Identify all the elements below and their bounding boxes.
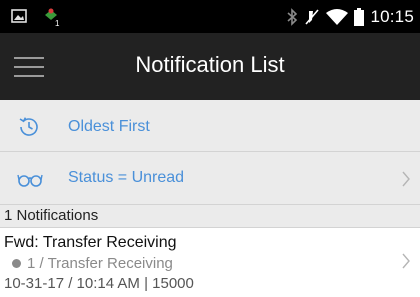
image-icon (11, 9, 27, 23)
app-badge: 1 (55, 19, 60, 27)
status-filter-label: Status = Unread (68, 169, 185, 186)
bluetooth-icon (287, 7, 298, 26)
notification-title: Fwd: Transfer Receiving (4, 234, 177, 251)
notification-count: 1 Notifications (4, 207, 99, 224)
mute-icon (305, 8, 320, 25)
notification-count-header: 1 Notifications (0, 205, 420, 228)
history-clock-icon (19, 117, 38, 136)
sort-order-label: Oldest First (68, 118, 150, 135)
status-time: 10:15 (370, 6, 414, 26)
status-icons: 10:15 (286, 0, 414, 33)
unread-dot-icon (12, 259, 21, 268)
app-bar: Notification List (0, 33, 420, 100)
notification-meta: 10-31-17 / 10:14 AM | 15000 (4, 275, 194, 292)
chevron-right-icon (402, 253, 410, 269)
app-notification-icon: 1 (45, 8, 60, 27)
wifi-icon (326, 8, 349, 25)
notification-subtitle: 1 / Transfer Receiving (12, 255, 173, 272)
notification-subtitle-text: 1 / Transfer Receiving (27, 255, 173, 272)
status-bar: 1 10:15 (0, 0, 420, 33)
sort-order-row[interactable]: Oldest First (0, 100, 420, 152)
page-title: Notification List (135, 52, 285, 77)
glasses-icon (17, 174, 43, 187)
status-filter-row[interactable]: Status = Unread (0, 152, 420, 205)
chevron-right-icon (402, 171, 410, 187)
battery-icon (354, 7, 365, 26)
list-item[interactable]: Fwd: Transfer Receiving 1 / Transfer Rec… (0, 228, 420, 297)
